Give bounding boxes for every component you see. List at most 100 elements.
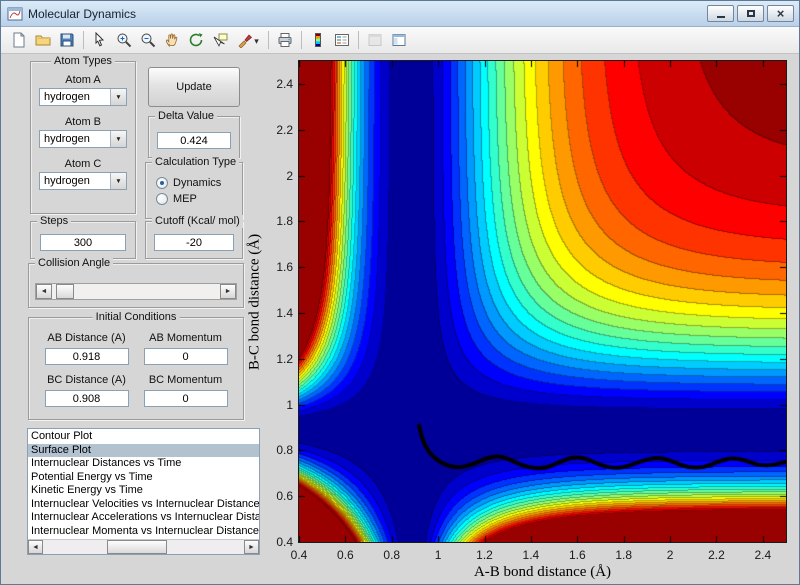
y-tick-label: 0.6 (276, 489, 293, 504)
hscroll-thumb[interactable] (106, 540, 167, 554)
brush-icon[interactable] (232, 29, 264, 51)
edit-plot-icon[interactable] (88, 29, 112, 51)
toolbar-separator (83, 31, 84, 49)
titlebar: Molecular Dynamics (1, 1, 799, 27)
radio-label: MEP (173, 193, 197, 205)
slider-left-arrow[interactable] (36, 284, 52, 299)
bc-momentum-input[interactable] (143, 390, 228, 407)
listbox-item-potential-energy-vs-time[interactable]: Potential Energy vs Time (28, 471, 259, 485)
radio-icon (156, 193, 168, 205)
atom-b-value: hydrogen (44, 133, 90, 145)
cutoff-panel: Cutoff (Kcal/ mol) (145, 215, 243, 259)
atom-types-fields: Atom A hydrogen Atom B hydrogen Atom C hydrog… (31, 62, 135, 200)
toolbar-separator (301, 31, 302, 49)
listbox-item-contour-plot[interactable]: Contour Plot (28, 430, 259, 444)
molecular-dynamics-window: Molecular Dynamics Atom Types Atom A hydr… (0, 0, 800, 585)
minimize-button[interactable] (707, 5, 734, 22)
initial-conditions-grid: AB Distance (A) AB Momentum BC Distance (A… (29, 318, 243, 413)
zoom-out-icon[interactable] (136, 29, 160, 51)
insert-legend-icon[interactable] (330, 29, 354, 51)
radio-mep[interactable]: MEP (156, 193, 242, 205)
y-tick-label: 1.4 (276, 305, 293, 320)
collision-angle-slider[interactable] (35, 283, 237, 300)
cutoff-title: Cutoff (Kcal/ mol) (152, 215, 243, 228)
atom-a-dropdown[interactable]: hydrogen (39, 88, 127, 106)
collision-angle-panel: Collision Angle (28, 257, 244, 308)
y-tick-label: 2.2 (276, 122, 293, 137)
plot-box: A-B bond distance (Å) B-C bond distance … (247, 60, 787, 580)
toolbar-separator (268, 31, 269, 49)
y-tick-label: 1.6 (276, 260, 293, 275)
initial-conditions-panel: Initial Conditions AB Distance (A) AB Mom… (28, 311, 244, 420)
atom-c-value: hydrogen (44, 175, 90, 187)
window-controls (707, 5, 794, 22)
hscroll-left-arrow[interactable] (28, 540, 43, 554)
y-tick-label: 1.2 (276, 351, 293, 366)
slider-thumb[interactable] (56, 284, 74, 299)
bc-distance-a-input[interactable] (44, 390, 129, 407)
atom-a-value: hydrogen (44, 91, 90, 103)
steps-title: Steps (37, 215, 72, 228)
atom-types-panel: Atom Types Atom AhydrogenAtom BhydrogenA… (30, 55, 136, 214)
ab-momentum-input[interactable] (143, 348, 228, 365)
show-plot-tools-icon[interactable] (387, 29, 411, 51)
listbox-hscrollbar[interactable] (28, 539, 259, 554)
ab-distance-a-input[interactable] (44, 348, 129, 365)
new-figure-icon[interactable] (7, 29, 31, 51)
dropdown-arrow-icon (110, 131, 126, 147)
y-axis-label: B-C bond distance (Å) (246, 233, 263, 370)
radio-dynamics[interactable]: Dynamics (156, 177, 242, 189)
listbox-item-internuclear-momenta-vs-internuclear-distance[interactable]: Internuclear Momenta vs Internuclear Dis… (28, 525, 259, 539)
figure-icon (7, 6, 23, 22)
bc-momentum-label: BC Momentum (148, 374, 223, 386)
y-tick-label: 1 (286, 397, 293, 412)
steps-input[interactable] (40, 234, 126, 251)
x-tick-label: 2.2 (708, 548, 725, 562)
zoom-in-icon[interactable] (112, 29, 136, 51)
y-tick-label: 1.8 (276, 214, 293, 229)
close-button[interactable] (767, 5, 794, 22)
slider-right-arrow[interactable] (220, 284, 236, 299)
listbox-item-internuclear-accelerations-vs-internuclear-distance[interactable]: Internuclear Accelerations vs Internucle… (28, 511, 259, 525)
dropdown-arrow-icon (110, 173, 126, 189)
calculation-type-panel: Calculation Type Dynamics MEP (145, 156, 243, 219)
atom-b-label: Atom B (64, 116, 102, 128)
pes-canvas[interactable] (299, 61, 786, 542)
pan-icon[interactable] (160, 29, 184, 51)
listbox-item-internuclear-velocities-vs-internuclear-distance[interactable]: Internuclear Velocities vs Internuclear … (28, 498, 259, 512)
update-button[interactable]: Update (148, 67, 240, 107)
cutoff-input[interactable] (154, 234, 234, 251)
window-title: Molecular Dynamics (28, 6, 137, 21)
x-tick-label: 1.2 (476, 548, 493, 562)
listbox-item-kinetic-energy-vs-time[interactable]: Kinetic Energy vs Time (28, 484, 259, 498)
y-tick-label: 2 (286, 168, 293, 183)
bc-distance-a-label: BC Distance (A) (47, 374, 126, 386)
x-tick-label: 0.6 (337, 548, 354, 562)
atom-types-title: Atom Types (51, 55, 115, 68)
data-cursor-icon[interactable] (208, 29, 232, 51)
atom-a-label: Atom A (65, 74, 101, 86)
x-tick-label: 1.4 (522, 548, 540, 562)
atom-c-dropdown[interactable]: hydrogen (39, 172, 127, 190)
x-tick-label: 0.4 (290, 548, 308, 562)
rotate-3d-icon[interactable] (184, 29, 208, 51)
insert-colorbar-icon[interactable] (306, 29, 330, 51)
delta-value-title: Delta Value (155, 110, 218, 123)
x-tick-label: 2.4 (754, 548, 772, 562)
save-figure-icon[interactable] (55, 29, 79, 51)
figure-toolbar (1, 27, 799, 54)
y-tick-label: 0.8 (276, 443, 293, 458)
dropdown-caret-icon (253, 31, 259, 49)
x-tick-label: 1.6 (568, 548, 586, 562)
listbox-item-internuclear-distances-vs-time[interactable]: Internuclear Distances vs Time (28, 457, 259, 471)
atom-b-dropdown[interactable]: hydrogen (39, 130, 127, 148)
open-file-icon[interactable] (31, 29, 55, 51)
maximize-button[interactable] (737, 5, 764, 22)
delta-value-input[interactable] (157, 132, 231, 149)
listbox-item-surface-plot[interactable]: Surface Plot (28, 443, 259, 457)
plot-type-listbox[interactable]: Contour Plot Surface Plot Internuclear Dis… (27, 428, 260, 555)
calculation-type-title: Calculation Type (152, 156, 240, 169)
calculation-type-options: Dynamics MEP (146, 163, 242, 205)
print-figure-icon[interactable] (273, 29, 297, 51)
atom-c-label: Atom C (64, 158, 102, 170)
